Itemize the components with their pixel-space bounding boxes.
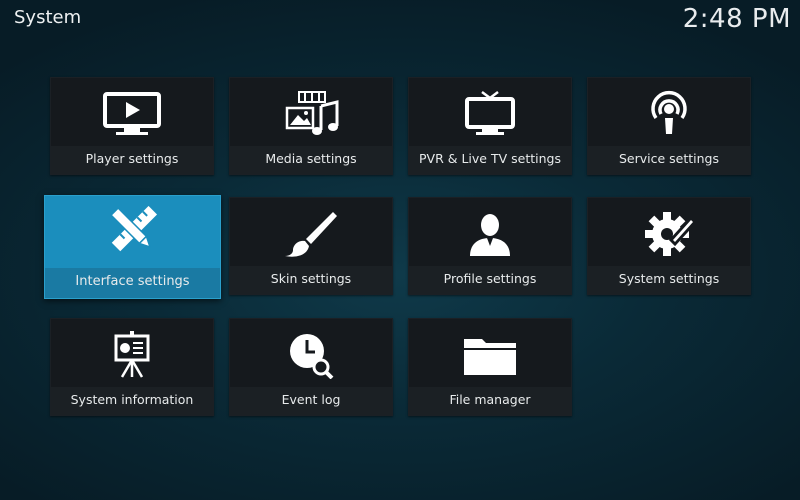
tile-label: PVR & Live TV settings — [419, 151, 561, 166]
tile-label: System settings — [618, 271, 720, 286]
clock: 2:48 PM — [682, 4, 791, 34]
media-settings-icon — [281, 90, 341, 138]
profile-icon — [460, 210, 520, 258]
tile-skin-settings[interactable]: Skin settings — [229, 197, 393, 295]
service-settings-icon — [639, 90, 699, 138]
tile-media-settings[interactable]: Media settings — [229, 77, 393, 175]
paintbrush-icon — [281, 210, 341, 258]
tile-pvr-live-tv-settings[interactable]: PVR & Live TV settings — [408, 77, 572, 175]
page-title: System — [14, 7, 82, 28]
tile-service-settings[interactable]: Service settings — [587, 77, 751, 175]
tile-label: Interface settings — [75, 274, 190, 289]
tile-system-settings[interactable]: System settings — [587, 197, 751, 295]
tile-player-settings[interactable]: Player settings — [50, 77, 214, 175]
gear-wrench-icon — [639, 210, 699, 258]
header-bar: System 2:48 PM — [0, 0, 800, 40]
tile-interface-settings[interactable]: Interface settings — [44, 195, 221, 299]
tile-profile-settings[interactable]: Profile settings — [408, 197, 572, 295]
presentation-board-icon — [102, 331, 162, 379]
folder-icon — [460, 331, 520, 379]
tile-file-manager[interactable]: File manager — [408, 318, 572, 416]
pvr-tv-icon — [460, 90, 520, 138]
tile-label: Skin settings — [270, 271, 352, 286]
tile-label: Media settings — [265, 151, 357, 166]
tile-label: Profile settings — [443, 271, 537, 286]
clock-search-icon — [281, 331, 341, 379]
tile-label: Player settings — [85, 151, 179, 166]
player-settings-icon — [102, 90, 162, 138]
tile-label: File manager — [449, 392, 531, 407]
tile-event-log[interactable]: Event log — [229, 318, 393, 416]
tile-label: Service settings — [618, 151, 720, 166]
tile-system-information[interactable]: System information — [50, 318, 214, 416]
tile-label: Event log — [281, 392, 341, 407]
tile-label: System information — [70, 392, 194, 407]
interface-settings-icon — [103, 206, 163, 254]
